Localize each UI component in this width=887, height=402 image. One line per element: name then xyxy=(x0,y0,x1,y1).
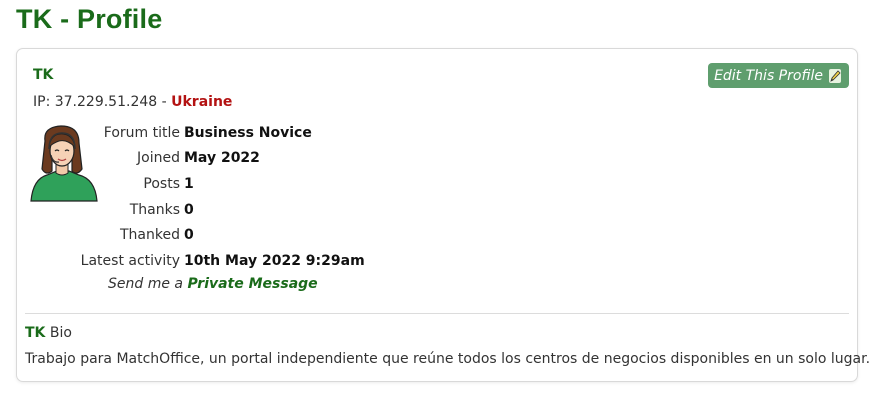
info-value: Business Novice xyxy=(184,124,312,141)
bio-label: Bio xyxy=(49,325,72,341)
edit-profile-button[interactable]: Edit This Profile xyxy=(708,63,849,88)
info-label: Thanked xyxy=(120,227,180,244)
info-row-forum-title: Forum title Business Novice xyxy=(77,120,365,146)
info-label: Latest activity xyxy=(80,252,180,269)
pm-prefix: Send me a xyxy=(108,276,183,292)
ip-address: IP: 37.229.51.248 - xyxy=(33,94,172,110)
ip-address-line: IP: 37.229.51.248 - Ukraine xyxy=(33,94,232,110)
bio-heading: TK Bio xyxy=(25,325,72,341)
profile-info-table: Forum title Business Novice Joined May 2… xyxy=(77,120,365,274)
info-row-joined: Joined May 2022 xyxy=(77,146,365,172)
info-row-thanks: Thanks 0 xyxy=(77,197,365,223)
private-message-row: Send me a Private Message xyxy=(108,276,318,292)
pencil-icon xyxy=(827,68,843,84)
info-value: May 2022 xyxy=(184,150,260,167)
info-row-latest-activity: Latest activity 10th May 2022 9:29am xyxy=(77,248,365,274)
page-title: TK - Profile xyxy=(16,4,163,34)
bio-text: Trabajo para MatchOffice, un portal inde… xyxy=(25,351,871,367)
edit-profile-label: Edit This Profile xyxy=(714,67,823,84)
info-value: 10th May 2022 9:29am xyxy=(184,252,365,269)
private-message-link[interactable]: Private Message xyxy=(187,276,317,292)
info-value: 0 xyxy=(184,201,194,218)
profile-card: TK Edit This Profile IP: 37.229.51.248 -… xyxy=(16,48,870,382)
info-value: 1 xyxy=(184,175,194,192)
info-label: Posts xyxy=(143,175,180,192)
profile-username: TK xyxy=(33,67,54,83)
info-label: Forum title xyxy=(103,124,180,141)
country-label: Ukraine xyxy=(171,94,233,110)
info-value: 0 xyxy=(184,227,194,244)
bio-username: TK xyxy=(25,325,46,341)
section-divider xyxy=(25,313,849,314)
info-label: Joined xyxy=(137,150,180,167)
info-label: Thanks xyxy=(129,201,180,218)
info-row-thanked: Thanked 0 xyxy=(77,222,365,248)
info-row-posts: Posts 1 xyxy=(77,171,365,197)
